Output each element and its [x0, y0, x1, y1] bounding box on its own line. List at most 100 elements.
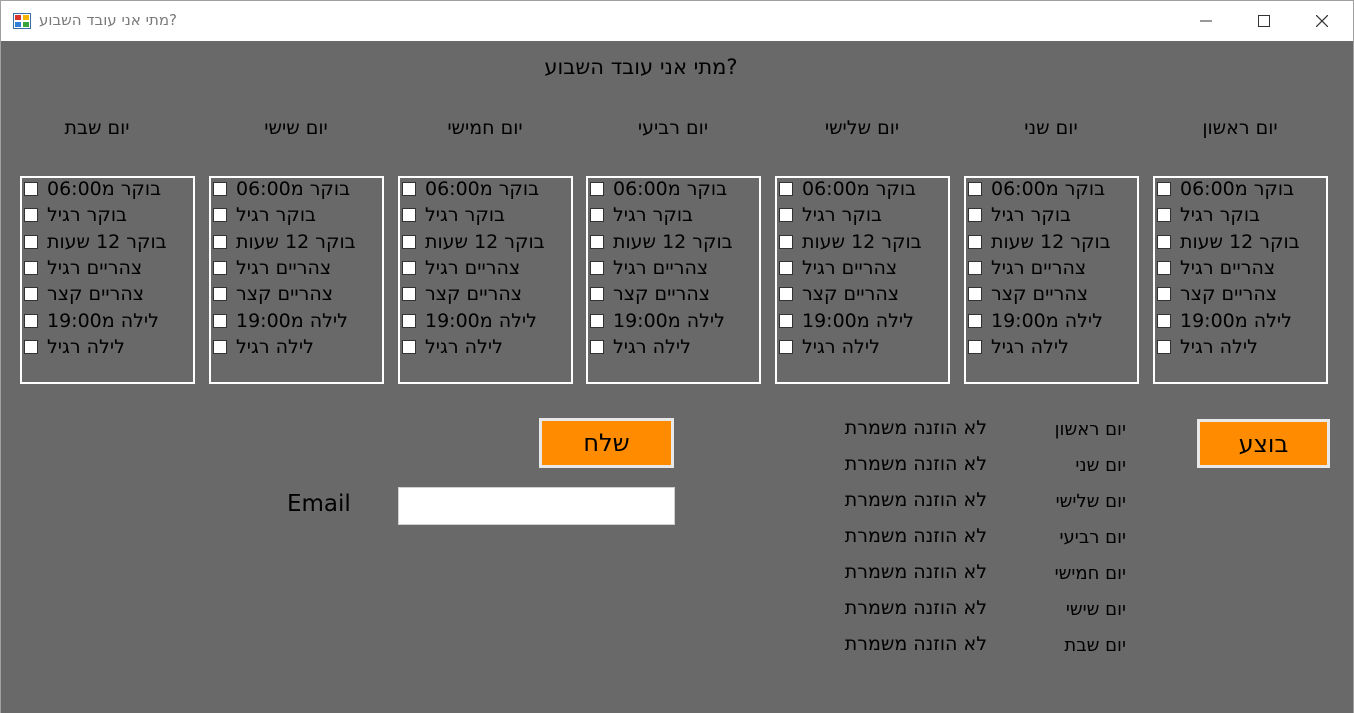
checkbox[interactable] — [24, 182, 38, 196]
checkbox[interactable] — [779, 235, 793, 249]
shift-option[interactable]: צהריים קצר — [24, 281, 144, 307]
checkbox[interactable] — [213, 182, 227, 196]
checkbox[interactable] — [1157, 261, 1171, 275]
checkbox[interactable] — [402, 208, 416, 222]
checkbox[interactable] — [402, 340, 416, 354]
checkbox[interactable] — [213, 208, 227, 222]
execute-button[interactable]: בוצע — [1197, 419, 1330, 468]
checkbox[interactable] — [779, 182, 793, 196]
shift-option[interactable]: בוקר מ06:00 — [402, 176, 539, 202]
maximize-button[interactable] — [1235, 1, 1293, 41]
shift-option[interactable]: בוקר 12 שעות — [402, 229, 545, 255]
checkbox[interactable] — [402, 235, 416, 249]
shift-option[interactable]: לילה רגיל — [779, 334, 880, 360]
shift-option[interactable]: בוקר 12 שעות — [590, 229, 733, 255]
checkbox[interactable] — [779, 340, 793, 354]
send-button[interactable]: שלח — [539, 418, 674, 468]
checkbox[interactable] — [779, 287, 793, 301]
checkbox[interactable] — [24, 287, 38, 301]
checkbox[interactable] — [1157, 235, 1171, 249]
shift-option[interactable]: בוקר מ06:00 — [1157, 176, 1294, 202]
checkbox[interactable] — [968, 340, 982, 354]
checkbox[interactable] — [968, 261, 982, 275]
checkbox[interactable] — [968, 182, 982, 196]
close-button[interactable] — [1293, 1, 1351, 41]
checkbox[interactable] — [213, 261, 227, 275]
shift-option[interactable]: לילה מ19:00 — [213, 308, 348, 334]
checkbox[interactable] — [779, 208, 793, 222]
shift-option[interactable]: צהריים רגיל — [590, 255, 708, 281]
checkbox[interactable] — [213, 314, 227, 328]
checkbox[interactable] — [402, 261, 416, 275]
checkbox[interactable] — [1157, 182, 1171, 196]
shift-option[interactable]: בוקר רגיל — [779, 202, 882, 228]
shift-option[interactable]: צהריים קצר — [779, 281, 899, 307]
shift-option[interactable]: בוקר מ06:00 — [213, 176, 350, 202]
checkbox[interactable] — [968, 235, 982, 249]
shift-option[interactable]: בוקר 12 שעות — [213, 229, 356, 255]
checkbox[interactable] — [779, 314, 793, 328]
checkbox[interactable] — [779, 261, 793, 275]
checkbox[interactable] — [24, 340, 38, 354]
checkbox[interactable] — [24, 314, 38, 328]
checkbox[interactable] — [213, 287, 227, 301]
checkbox[interactable] — [968, 314, 982, 328]
shift-option[interactable]: בוקר מ06:00 — [590, 176, 727, 202]
shift-option[interactable]: בוקר רגיל — [968, 202, 1071, 228]
shift-option[interactable]: לילה מ19:00 — [779, 308, 914, 334]
shift-option[interactable]: בוקר 12 שעות — [1157, 229, 1300, 255]
email-input[interactable] — [398, 487, 675, 525]
shift-option[interactable]: צהריים קצר — [1157, 281, 1277, 307]
shift-option[interactable]: לילה רגיל — [213, 334, 314, 360]
checkbox[interactable] — [213, 340, 227, 354]
checkbox[interactable] — [213, 235, 227, 249]
shift-option[interactable]: צהריים קצר — [590, 281, 710, 307]
shift-option[interactable]: צהריים רגיל — [779, 255, 897, 281]
shift-option[interactable]: צהריים רגיל — [1157, 255, 1275, 281]
shift-option[interactable]: בוקר רגיל — [402, 202, 505, 228]
shift-option[interactable]: צהריים רגיל — [402, 255, 520, 281]
shift-option[interactable]: בוקר רגיל — [213, 202, 316, 228]
shift-option[interactable]: צהריים קצר — [968, 281, 1088, 307]
checkbox[interactable] — [1157, 287, 1171, 301]
checkbox[interactable] — [590, 314, 604, 328]
title-bar[interactable]: מתי אני עובד השבוע? — [1, 1, 1353, 41]
shift-option[interactable]: בוקר 12 שעות — [779, 229, 922, 255]
checkbox[interactable] — [402, 314, 416, 328]
checkbox[interactable] — [24, 235, 38, 249]
checkbox[interactable] — [590, 208, 604, 222]
minimize-button[interactable] — [1177, 1, 1235, 41]
shift-option[interactable]: לילה רגיל — [968, 334, 1069, 360]
checkbox[interactable] — [590, 182, 604, 196]
shift-option[interactable]: לילה רגיל — [402, 334, 503, 360]
checkbox[interactable] — [24, 261, 38, 275]
shift-option[interactable]: בוקר מ06:00 — [968, 176, 1105, 202]
shift-option[interactable]: צהריים קצר — [213, 281, 333, 307]
shift-option[interactable]: צהריים קצר — [402, 281, 522, 307]
shift-option[interactable]: בוקר רגיל — [24, 202, 127, 228]
shift-option[interactable]: בוקר רגיל — [1157, 202, 1260, 228]
shift-option[interactable]: בוקר 12 שעות — [968, 229, 1111, 255]
checkbox[interactable] — [590, 340, 604, 354]
shift-option[interactable]: לילה מ19:00 — [590, 308, 725, 334]
shift-option[interactable]: לילה מ19:00 — [402, 308, 537, 334]
shift-option[interactable]: לילה רגיל — [24, 334, 125, 360]
checkbox[interactable] — [1157, 340, 1171, 354]
checkbox[interactable] — [968, 287, 982, 301]
shift-option[interactable]: בוקר 12 שעות — [24, 229, 167, 255]
checkbox[interactable] — [590, 261, 604, 275]
shift-option[interactable]: לילה מ19:00 — [24, 308, 159, 334]
shift-option[interactable]: צהריים רגיל — [24, 255, 142, 281]
shift-option[interactable]: לילה רגיל — [1157, 334, 1258, 360]
shift-option[interactable]: בוקר מ06:00 — [24, 176, 161, 202]
shift-option[interactable]: צהריים רגיל — [213, 255, 331, 281]
checkbox[interactable] — [402, 182, 416, 196]
shift-option[interactable]: לילה מ19:00 — [968, 308, 1103, 334]
checkbox[interactable] — [1157, 208, 1171, 222]
checkbox[interactable] — [590, 235, 604, 249]
shift-option[interactable]: לילה מ19:00 — [1157, 308, 1292, 334]
checkbox[interactable] — [968, 208, 982, 222]
checkbox[interactable] — [24, 208, 38, 222]
shift-option[interactable]: בוקר רגיל — [590, 202, 693, 228]
shift-option[interactable]: לילה רגיל — [590, 334, 691, 360]
